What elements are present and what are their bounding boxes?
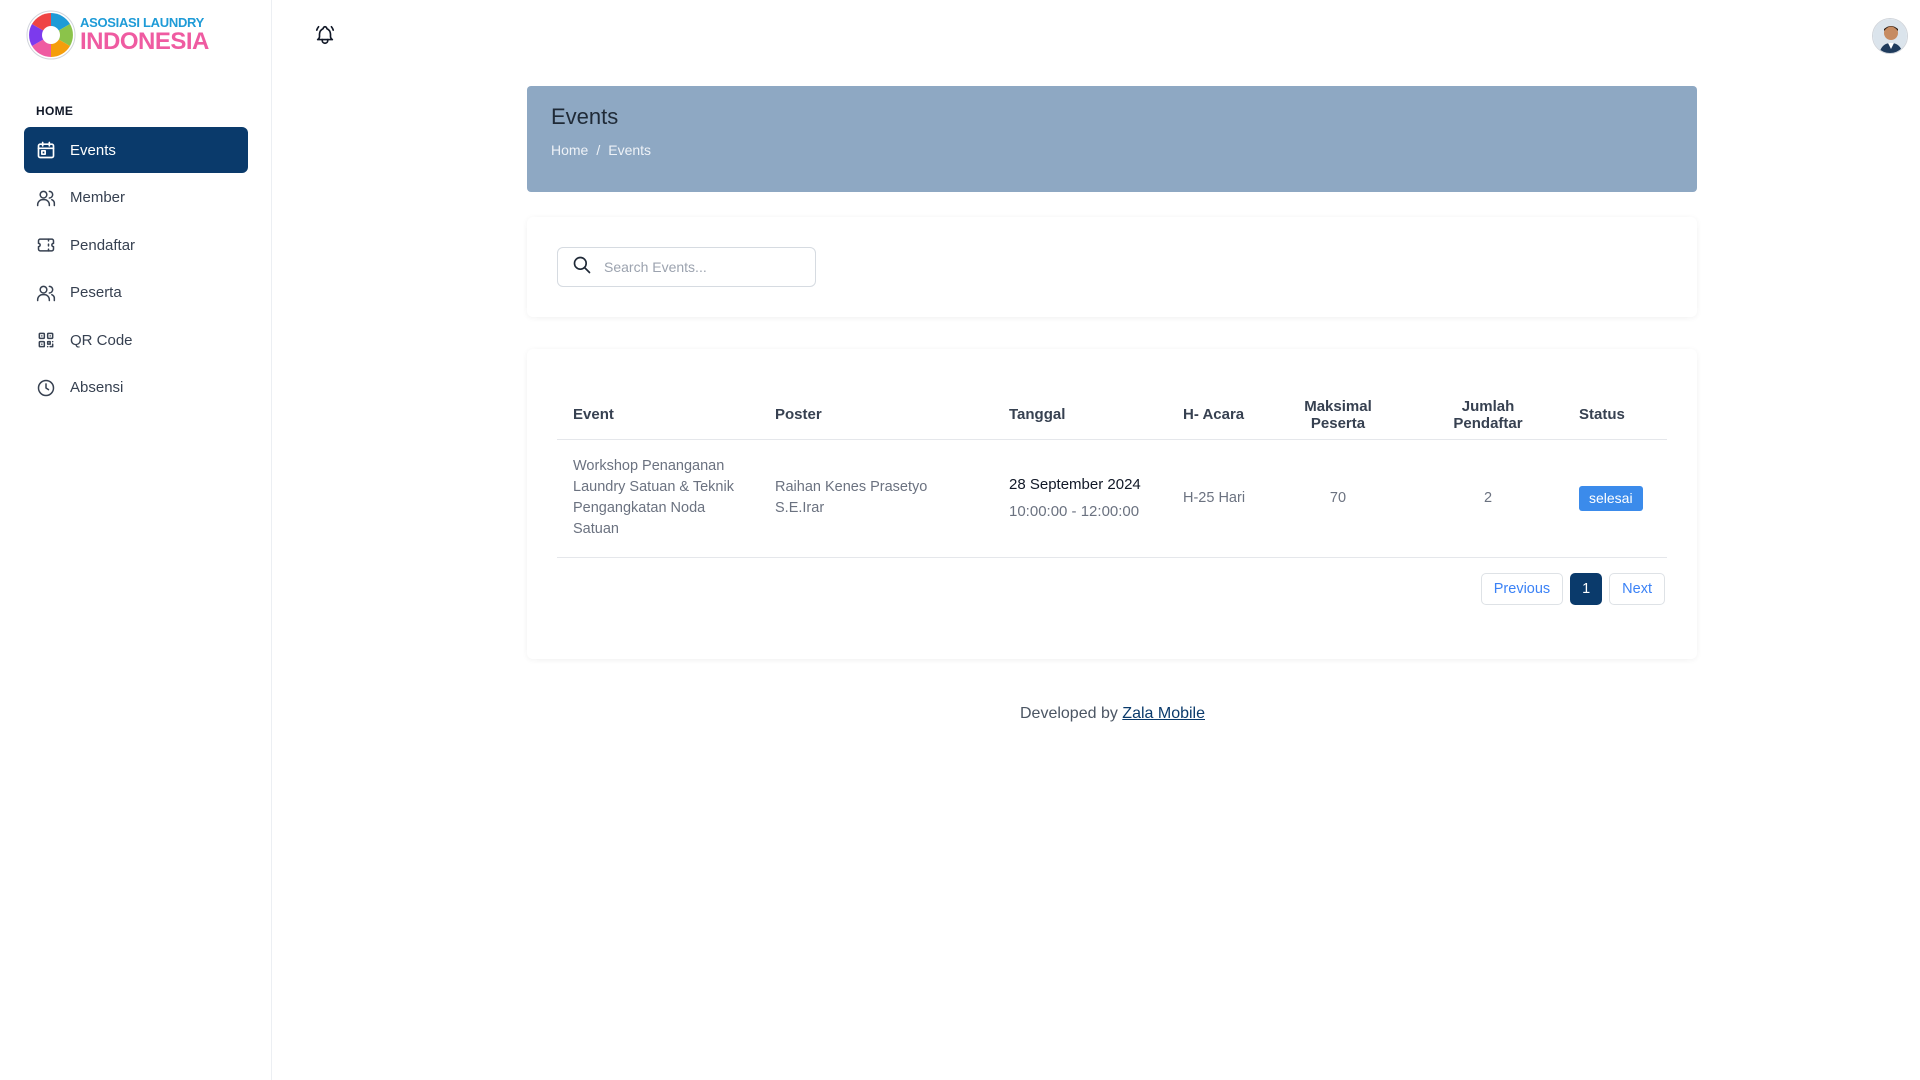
sidebar-item-absensi[interactable]: Absensi [24, 365, 248, 411]
sidebar-item-peserta[interactable]: Peserta [24, 270, 248, 316]
column-header-maksimal-peserta: Maksimal Peserta [1263, 391, 1413, 440]
column-header-tanggal: Tanggal [993, 391, 1167, 440]
jumlah-pendaftar-cell: 2 [1413, 439, 1563, 558]
pagination-next-button[interactable]: Next [1609, 573, 1665, 605]
sidebar-nav: Events Member Pendaftar Peserta QR Code [24, 127, 248, 412]
clock-icon [36, 378, 56, 398]
event-time: 10:00:00 - 12:00:00 [1009, 503, 1140, 520]
logo-mark-icon [26, 10, 76, 60]
breadcrumb-home-link[interactable]: Home [551, 142, 588, 158]
column-header-event: Event [557, 391, 759, 440]
max-peserta-cell: 70 [1263, 439, 1413, 558]
sidebar: ASOSIASI LAUNDRY INDONESIA HOME Events M… [0, 0, 272, 1080]
search-box[interactable] [557, 247, 816, 287]
poster-cell: Raihan Kenes Prasetyo S.E.Irar [759, 439, 993, 558]
user-avatar[interactable] [1872, 18, 1908, 54]
users-icon [36, 283, 56, 303]
page-title: Events [551, 104, 619, 129]
sidebar-section-label: HOME [36, 104, 74, 118]
brand-name: ASOSIASI LAUNDRY INDONESIA [80, 16, 209, 54]
page-header-banner: Events Home / Events [527, 86, 1697, 192]
ticket-icon [36, 235, 56, 255]
brand-logo[interactable]: ASOSIASI LAUNDRY INDONESIA [26, 10, 209, 60]
search-input[interactable] [604, 259, 804, 275]
search-icon [572, 255, 592, 280]
breadcrumb-current: Events [608, 142, 652, 158]
footer-developer-link[interactable]: Zala Mobile [1122, 705, 1205, 722]
pagination: Previous 1 Next [1480, 573, 1665, 605]
breadcrumb: Home / Events [551, 142, 1673, 158]
calendar-icon [36, 140, 56, 160]
pagination-previous-button[interactable]: Previous [1480, 573, 1564, 605]
qr-code-icon [36, 330, 56, 350]
table-row[interactable]: Workshop Penanganan Laundry Satuan & Tek… [557, 439, 1667, 558]
sidebar-item-label: Absensi [70, 379, 124, 396]
sidebar-item-label: Events [70, 141, 116, 159]
status-cell: selesai [1563, 439, 1667, 558]
breadcrumb-separator: / [596, 142, 601, 158]
sidebar-item-label: Pendaftar [70, 236, 136, 254]
sidebar-item-qr-code[interactable]: QR Code [24, 317, 248, 363]
footer-text: Developed by [1020, 705, 1118, 722]
brand-line-2: INDONESIA [80, 28, 209, 55]
column-header-status: Status [1563, 391, 1667, 440]
bell-icon[interactable] [314, 24, 336, 46]
date-cell: 28 September 2024 10:00:00 - 12:00:00 [993, 439, 1167, 558]
sidebar-item-events[interactable]: Events [24, 127, 248, 173]
events-table-card: Event Poster Tanggal H- Acara Maksimal P… [527, 349, 1697, 659]
sidebar-item-label: Member [70, 189, 126, 206]
sidebar-item-label: Peserta [70, 284, 122, 301]
column-header-h-acara: H- Acara [1167, 391, 1263, 440]
h-acara-cell: H-25 Hari [1167, 439, 1263, 558]
column-header-poster: Poster [759, 391, 993, 440]
sidebar-item-pendaftar[interactable]: Pendaftar [24, 222, 248, 268]
search-card [527, 217, 1697, 317]
users-icon [36, 188, 56, 208]
table-header-row: Event Poster Tanggal H- Acara Maksimal P… [557, 391, 1667, 440]
column-header-jumlah-pendaftar: Jumlah Pendaftar [1413, 391, 1563, 440]
pagination-page-1[interactable]: 1 [1570, 573, 1603, 605]
event-name-cell: Workshop Penanganan Laundry Satuan & Tek… [557, 439, 759, 558]
footer: Developed by Zala Mobile [0, 705, 1920, 723]
status-badge: selesai [1579, 485, 1643, 511]
events-table: Event Poster Tanggal H- Acara Maksimal P… [557, 391, 1667, 558]
sidebar-item-label: QR Code [70, 331, 133, 349]
sidebar-item-member[interactable]: Member [24, 175, 248, 221]
event-date: 28 September 2024 [1009, 476, 1141, 493]
